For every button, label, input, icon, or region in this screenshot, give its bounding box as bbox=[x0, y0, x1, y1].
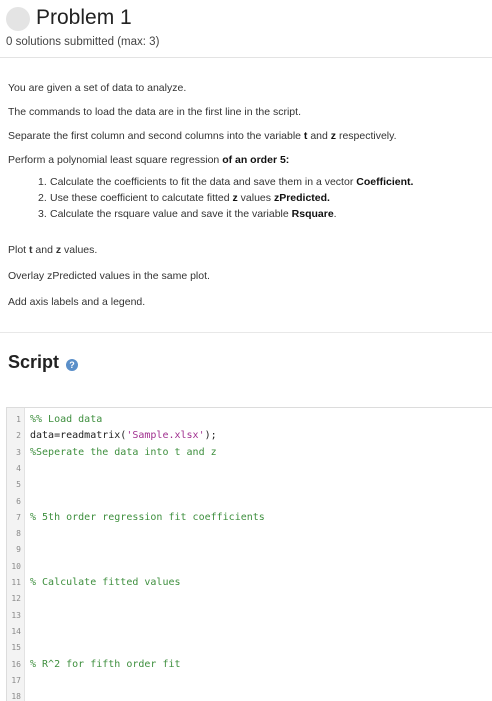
problem-header: Problem 1 0 solutions submitted (max: 3) bbox=[0, 0, 492, 58]
code-line[interactable]: 2 data=readmatrix('Sample.xlsx'); bbox=[7, 428, 492, 444]
code-text: %% Load data bbox=[30, 414, 103, 425]
code-text: data=readmatrix('Sample.xlsx'); bbox=[30, 430, 217, 442]
code-line[interactable]: 14 bbox=[7, 624, 492, 640]
code-line[interactable]: 3 %Seperate the data into t and z bbox=[7, 445, 492, 461]
plot-instructions: Plot t and z values. Overlay zPredicted … bbox=[8, 237, 210, 315]
code-editor[interactable]: 1 %% Load data 2 data=readmatrix('Sample.xl… bbox=[6, 407, 492, 701]
steps-list: 1. Calculate the coefficients to fit the … bbox=[8, 174, 488, 222]
code-text: %Seperate the data into t and z bbox=[30, 446, 217, 458]
line-number: 6 bbox=[16, 496, 21, 506]
line-number: 2 bbox=[16, 431, 21, 441]
line-number: 1 bbox=[16, 415, 21, 424]
script-heading: Script bbox=[8, 352, 60, 372]
plot-line: Plot t and z values. bbox=[8, 244, 98, 256]
code-line[interactable]: 6 bbox=[7, 494, 492, 510]
problem-description: You are given a set of data to analyze. … bbox=[8, 76, 488, 222]
line-number: 12 bbox=[11, 594, 21, 604]
code-text: % 5th order regression fit coefficients bbox=[30, 511, 265, 523]
code-line[interactable]: 17 bbox=[7, 673, 492, 689]
line-number: 16 bbox=[11, 659, 21, 669]
code-text: % R^2 for fifth order fit bbox=[30, 658, 181, 670]
code-line[interactable]: 4 bbox=[7, 461, 492, 477]
code-line[interactable]: 15 bbox=[7, 640, 492, 656]
line-number: 14 bbox=[11, 626, 21, 636]
overlay-line: Overlay zPredicted values in the same pl… bbox=[8, 270, 210, 282]
code-text: % Calculate fitted values bbox=[30, 577, 181, 588]
desc-line-1: You are given a set of data to analyze. bbox=[8, 82, 187, 94]
line-number: 9 bbox=[16, 545, 21, 555]
list-item: 2. Use these coefficient to calcutate fit… bbox=[38, 192, 330, 204]
axis-line: Add axis labels and a legend. bbox=[8, 296, 146, 308]
code-line[interactable]: 5 bbox=[7, 477, 492, 493]
code-line[interactable]: 18 bbox=[7, 689, 492, 701]
code-line[interactable]: 10 bbox=[7, 559, 492, 575]
line-number: 13 bbox=[11, 610, 21, 620]
code-line[interactable]: 12 bbox=[7, 591, 492, 607]
line-number: 10 bbox=[11, 561, 21, 571]
problem-title: Problem 1 bbox=[36, 6, 132, 29]
code-line[interactable]: 1 %% Load data bbox=[7, 412, 492, 428]
list-item: 3. Calculate the rsquare value and save i… bbox=[38, 208, 337, 220]
line-number: 8 bbox=[16, 529, 21, 539]
line-number: 11 bbox=[11, 578, 21, 587]
line-number: 17 bbox=[11, 675, 21, 685]
line-number: 15 bbox=[11, 643, 21, 653]
code-line[interactable]: 7 % 5th order regression fit coefficients bbox=[7, 510, 492, 526]
code-line[interactable]: 11 % Calculate fitted values bbox=[7, 575, 492, 591]
line-number: 3 bbox=[16, 447, 21, 457]
line-number: 5 bbox=[16, 480, 21, 490]
submission-count: 0 solutions submitted (max: 3) bbox=[6, 36, 160, 48]
desc-line-2: The commands to load the data are in the… bbox=[8, 106, 301, 118]
code-line[interactable]: 9 bbox=[7, 542, 492, 558]
list-item: 1. Calculate the coefficients to fit the … bbox=[38, 176, 414, 188]
line-number: 7 bbox=[16, 512, 21, 522]
status-circle-icon bbox=[6, 7, 30, 31]
desc-line-4: Perform a polynomial least square regres… bbox=[8, 154, 290, 166]
code-line[interactable]: 8 bbox=[7, 526, 492, 542]
code-line[interactable]: 16 % R^2 for fifth order fit bbox=[7, 657, 492, 673]
help-icon[interactable]: ? bbox=[66, 359, 78, 371]
line-number: 4 bbox=[16, 463, 21, 473]
section-divider bbox=[0, 332, 492, 333]
desc-line-3: Separate the first column and second col… bbox=[8, 130, 397, 142]
code-line[interactable]: 13 bbox=[7, 608, 492, 624]
header-divider bbox=[0, 57, 492, 58]
